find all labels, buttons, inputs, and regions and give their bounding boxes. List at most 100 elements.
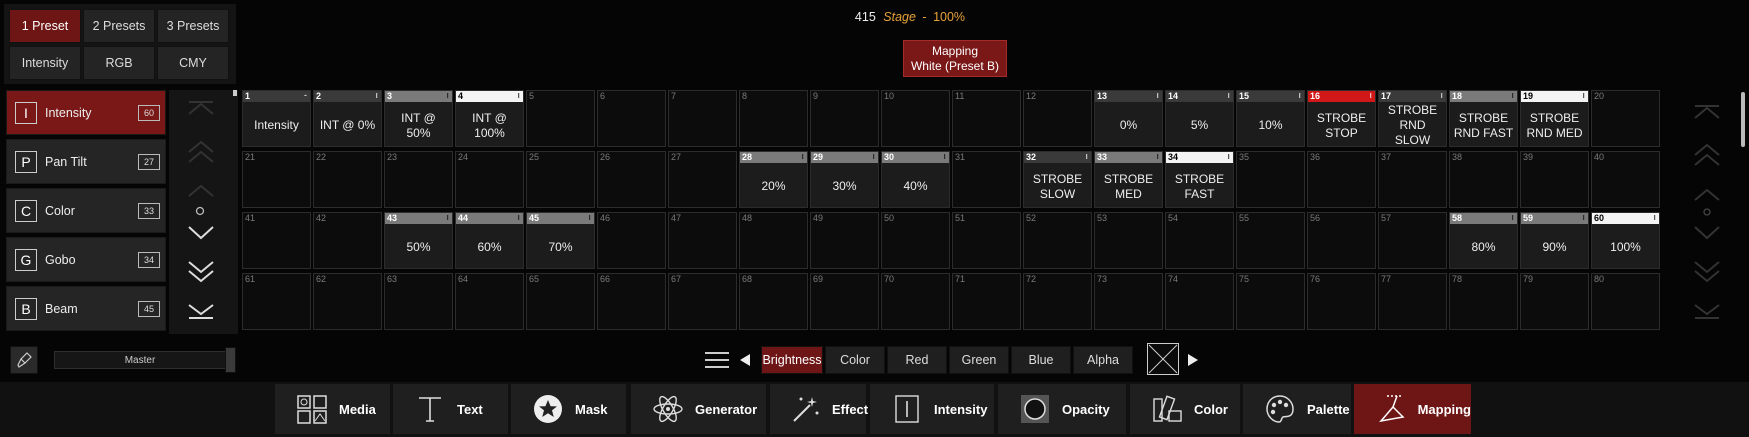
preset-cell[interactable]: 14 ı 5% bbox=[1165, 90, 1234, 147]
empty-preset-cell[interactable]: 54 bbox=[1165, 212, 1234, 269]
empty-preset-cell[interactable]: 31 bbox=[952, 151, 1021, 208]
preset-cell[interactable]: 60 ı 100% bbox=[1591, 212, 1660, 269]
preset-cell[interactable]: 18 ı STROBE RND FAST bbox=[1449, 90, 1518, 147]
empty-preset-cell[interactable]: 12 bbox=[1023, 90, 1092, 147]
attribute-color[interactable]: C Color 33 bbox=[6, 188, 166, 233]
master-brush-button[interactable] bbox=[10, 346, 38, 374]
empty-preset-cell[interactable]: 37 bbox=[1378, 151, 1447, 208]
empty-preset-cell[interactable]: 7 bbox=[668, 90, 737, 147]
preset-cell[interactable]: 58 ı 80% bbox=[1449, 212, 1518, 269]
preset-cell[interactable]: 28 ı 20% bbox=[739, 151, 808, 208]
preset-cell[interactable]: 44 ı 60% bbox=[455, 212, 524, 269]
empty-preset-cell[interactable]: 47 bbox=[668, 212, 737, 269]
toolbar-palette-button[interactable]: Palette bbox=[1243, 384, 1351, 434]
empty-preset-cell[interactable]: 52 bbox=[1023, 212, 1092, 269]
tab-3-presets[interactable]: 3 Presets bbox=[157, 9, 229, 43]
empty-preset-cell[interactable]: 70 bbox=[881, 273, 950, 330]
empty-preset-cell[interactable]: 53 bbox=[1094, 212, 1163, 269]
empty-preset-cell[interactable]: 68 bbox=[739, 273, 808, 330]
right-scroll-bottom-icon[interactable] bbox=[1692, 302, 1722, 320]
empty-preset-cell[interactable]: 9 bbox=[810, 90, 879, 147]
empty-preset-cell[interactable]: 46 bbox=[597, 212, 666, 269]
empty-preset-cell[interactable]: 61 bbox=[242, 273, 311, 330]
empty-preset-cell[interactable]: 40 bbox=[1591, 151, 1660, 208]
empty-preset-cell[interactable]: 36 bbox=[1307, 151, 1376, 208]
empty-preset-cell[interactable]: 35 bbox=[1236, 151, 1305, 208]
master-fader-handle[interactable] bbox=[225, 347, 236, 373]
scroll-down-icon[interactable] bbox=[186, 224, 216, 240]
empty-preset-cell[interactable]: 74 bbox=[1165, 273, 1234, 330]
empty-preset-cell[interactable]: 20 bbox=[1591, 90, 1660, 147]
tab-2-presets[interactable]: 2 Presets bbox=[83, 9, 155, 43]
next-arrow-icon[interactable] bbox=[1186, 353, 1200, 367]
scroll-top-icon[interactable] bbox=[186, 100, 216, 118]
empty-preset-cell[interactable]: 72 bbox=[1023, 273, 1092, 330]
empty-preset-cell[interactable]: 24 bbox=[455, 151, 524, 208]
empty-preset-cell[interactable]: 73 bbox=[1094, 273, 1163, 330]
empty-preset-cell[interactable]: 67 bbox=[668, 273, 737, 330]
mapping-badge[interactable]: Mapping White (Preset B) bbox=[903, 40, 1007, 77]
toolbar-intensity-button[interactable]: Intensity bbox=[870, 384, 994, 434]
toolbar-mapping-button[interactable]: Mapping bbox=[1354, 384, 1471, 434]
empty-preset-cell[interactable]: 78 bbox=[1449, 273, 1518, 330]
empty-preset-cell[interactable]: 22 bbox=[313, 151, 382, 208]
tab-1-preset[interactable]: 1 Preset bbox=[9, 9, 81, 43]
empty-preset-cell[interactable]: 26 bbox=[597, 151, 666, 208]
channel-tab-red[interactable]: Red bbox=[887, 346, 947, 374]
empty-preset-cell[interactable]: 55 bbox=[1236, 212, 1305, 269]
right-scroll-up-icon[interactable] bbox=[1692, 188, 1722, 202]
attribute-gobo[interactable]: G Gobo 34 bbox=[6, 237, 166, 282]
empty-preset-cell[interactable]: 42 bbox=[313, 212, 382, 269]
preset-cell[interactable]: 13 ı 0% bbox=[1094, 90, 1163, 147]
clear-color-button[interactable] bbox=[1147, 343, 1179, 375]
empty-preset-cell[interactable]: 41 bbox=[242, 212, 311, 269]
channel-tab-color[interactable]: Color bbox=[825, 346, 885, 374]
preset-cell[interactable]: 1- Intensity bbox=[242, 90, 311, 147]
attribute-intensity[interactable]: I Intensity 60 bbox=[6, 90, 166, 135]
preset-cell[interactable]: 43 ı 50% bbox=[384, 212, 453, 269]
empty-preset-cell[interactable]: 77 bbox=[1378, 273, 1447, 330]
scroll-up-icon[interactable] bbox=[186, 184, 216, 198]
empty-preset-cell[interactable]: 10 bbox=[881, 90, 950, 147]
empty-preset-cell[interactable]: 11 bbox=[952, 90, 1021, 147]
right-scroll-page-up-icon[interactable] bbox=[1692, 143, 1722, 167]
toolbar-mask-button[interactable]: Mask bbox=[511, 384, 626, 434]
empty-preset-cell[interactable]: 8 bbox=[739, 90, 808, 147]
preset-cell[interactable]: 2 ı INT @ 0% bbox=[313, 90, 382, 147]
empty-preset-cell[interactable]: 76 bbox=[1307, 273, 1376, 330]
scroll-page-up-icon[interactable] bbox=[186, 140, 216, 164]
attribute-pan-tilt[interactable]: P Pan Tilt 27 bbox=[6, 139, 166, 184]
preset-cell[interactable]: 34 ı STROBE FAST bbox=[1165, 151, 1234, 208]
preset-cell[interactable]: 19 ı STROBE RND MED bbox=[1520, 90, 1589, 147]
empty-preset-cell[interactable]: 49 bbox=[810, 212, 879, 269]
scroll-page-down-icon[interactable] bbox=[186, 260, 216, 284]
empty-preset-cell[interactable]: 69 bbox=[810, 273, 879, 330]
empty-preset-cell[interactable]: 50 bbox=[881, 212, 950, 269]
empty-preset-cell[interactable]: 56 bbox=[1307, 212, 1376, 269]
channel-tab-blue[interactable]: Blue bbox=[1011, 346, 1071, 374]
prev-arrow-icon[interactable] bbox=[738, 353, 752, 367]
toolbar-effect-button[interactable]: Effect bbox=[770, 384, 868, 434]
empty-preset-cell[interactable]: 80 bbox=[1591, 273, 1660, 330]
preset-cell[interactable]: 16 ı STROBE STOP bbox=[1307, 90, 1376, 147]
empty-preset-cell[interactable]: 21 bbox=[242, 151, 311, 208]
empty-preset-cell[interactable]: 75 bbox=[1236, 273, 1305, 330]
preset-cell[interactable]: 30 ı 40% bbox=[881, 151, 950, 208]
channel-tab-alpha[interactable]: Alpha bbox=[1073, 346, 1133, 374]
preset-cell[interactable]: 45 ı 70% bbox=[526, 212, 595, 269]
empty-preset-cell[interactable]: 64 bbox=[455, 273, 524, 330]
toolbar-color-button[interactable]: Color bbox=[1130, 384, 1240, 434]
empty-preset-cell[interactable]: 66 bbox=[597, 273, 666, 330]
preset-cell[interactable]: 17 ı STROBE RND SLOW bbox=[1378, 90, 1447, 147]
channel-tab-brightness[interactable]: Brightness bbox=[761, 346, 823, 374]
channel-tab-green[interactable]: Green bbox=[949, 346, 1009, 374]
preset-cell[interactable]: 33 ı STROBE MED bbox=[1094, 151, 1163, 208]
right-scroll-down-icon[interactable] bbox=[1692, 224, 1722, 240]
empty-preset-cell[interactable]: 62 bbox=[313, 273, 382, 330]
empty-preset-cell[interactable]: 25 bbox=[526, 151, 595, 208]
tab-rgb[interactable]: RGB bbox=[83, 46, 155, 80]
empty-preset-cell[interactable]: 57 bbox=[1378, 212, 1447, 269]
master-fader[interactable]: Master bbox=[54, 351, 226, 369]
toolbar-text-button[interactable]: Text bbox=[393, 384, 508, 434]
tab-intensity[interactable]: Intensity bbox=[9, 46, 81, 80]
